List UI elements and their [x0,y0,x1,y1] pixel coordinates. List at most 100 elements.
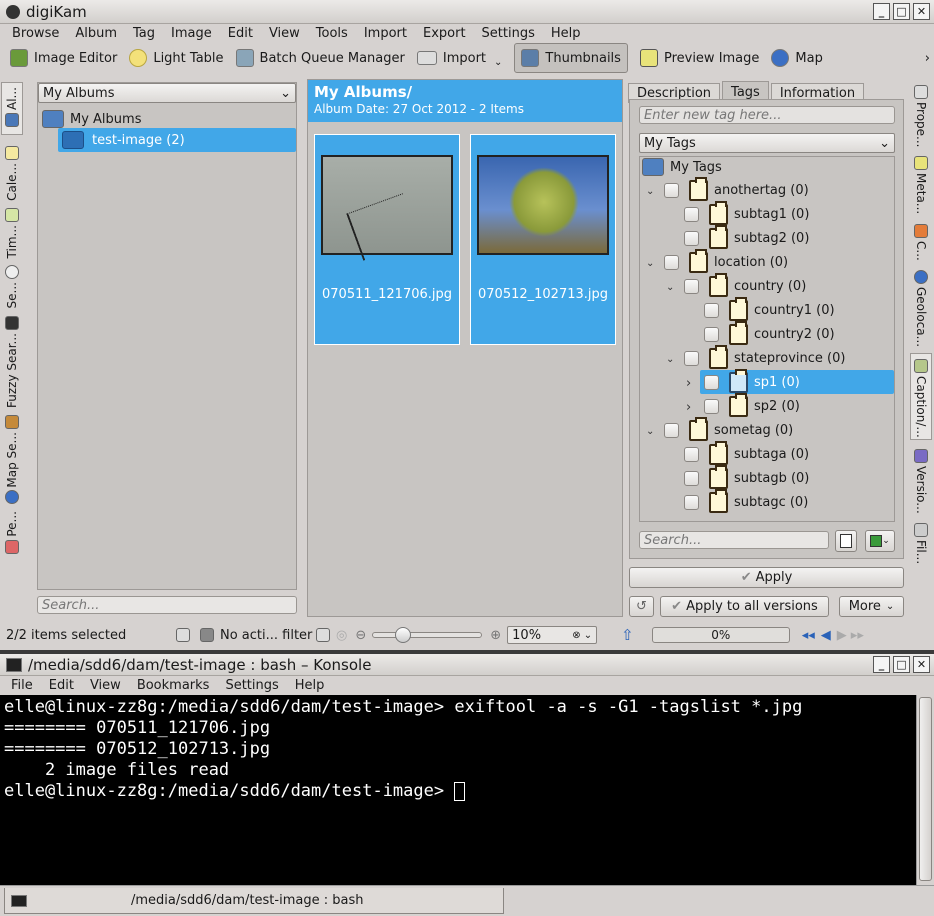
tag-options-button[interactable]: ⌄ [865,530,895,552]
expand-arrow-icon[interactable]: ⌄ [646,186,654,197]
thumbnail-item[interactable]: 070512_102713.jpg [470,134,616,345]
left-tab-calendar[interactable]: Cale... [5,143,19,201]
tag-checkbox[interactable] [684,206,699,222]
tag-item[interactable]: location (0) [664,248,788,274]
new-tag-input[interactable]: Enter new tag here... [639,106,895,124]
collapsed-arrow-icon[interactable]: › [686,400,691,415]
tag-item-selected[interactable]: sp1 (0) [700,368,894,394]
menu-export[interactable]: Export [415,26,474,41]
more-button[interactable]: More ⌄ [839,596,904,617]
map-button[interactable]: Map [765,43,828,73]
tag-checkbox[interactable] [684,446,699,462]
tag-item[interactable]: subtagb (0) [684,464,809,490]
right-tab-properties[interactable]: Prope... [914,82,928,147]
apply-all-versions-button[interactable]: ✔ Apply to all versions [660,596,829,617]
terminal-output[interactable]: elle@linux-zz8g:/media/sdd6/dam/test-ima… [0,695,916,885]
tag-checkbox[interactable] [704,302,719,318]
tag-checkbox[interactable] [684,350,699,366]
menu-edit[interactable]: Edit [220,26,261,41]
menu-album[interactable]: Album [67,26,125,41]
refresh-icon[interactable] [176,628,190,642]
tag-item[interactable]: sp2 (0) [704,392,800,418]
tag-checkbox[interactable] [704,374,719,390]
menu-settings[interactable]: Settings [474,26,543,41]
tag-root-combo[interactable]: My Tags ⌄ [639,133,895,153]
revert-button[interactable]: ↺ [629,596,654,617]
terminal-scrollbar[interactable] [916,695,934,885]
right-tab-colors[interactable]: C... [914,221,928,261]
zoom-out-icon[interactable]: ⊖ [355,628,366,643]
right-tab-versions[interactable]: Versio... [914,446,928,514]
left-tab-fuzzy-search[interactable]: Fuzzy Sear... [5,313,19,408]
expand-arrow-icon[interactable]: ⌄ [666,282,674,293]
right-tab-metadata[interactable]: Meta... [914,153,928,215]
tag-checkbox[interactable] [704,398,719,414]
right-tab-captions[interactable]: Caption/... [910,352,932,441]
tag-item[interactable]: country (0) [684,272,806,298]
konsole-tab[interactable]: /media/sdd6/dam/test-image : bash [4,888,504,914]
clear-icon[interactable]: ⊗ ⌄ [572,630,592,641]
menu-tools[interactable]: Tools [308,26,356,41]
tag-checkbox[interactable] [664,422,679,438]
import-button[interactable]: Import ⌄ [411,43,509,73]
menu-tag[interactable]: Tag [125,26,163,41]
zoom-level-combo[interactable]: 10% ⊗ ⌄ [507,626,598,644]
tag-root-item[interactable]: My Tags [642,155,722,179]
tag-checkbox[interactable] [664,182,679,198]
zoom-slider[interactable] [372,627,483,643]
tag-checkbox[interactable] [684,494,699,510]
tag-item[interactable]: country1 (0) [704,296,835,322]
tag-checkbox[interactable] [704,326,719,342]
zoom-slider-handle[interactable] [395,627,412,643]
maximize-button[interactable]: □ [893,3,910,20]
tag-item[interactable]: sometag (0) [664,416,793,442]
album-item-test-image[interactable]: test-image (2) [58,128,296,152]
menu-browse[interactable]: Browse [4,26,67,41]
konsole-maximize-button[interactable]: □ [893,656,910,673]
nav-forward-icon[interactable]: ▶ [837,628,847,643]
light-table-button[interactable]: Light Table [123,43,229,73]
expand-arrow-icon[interactable]: ⌄ [646,426,654,437]
tag-checkbox[interactable] [684,230,699,246]
right-tab-geolocation[interactable]: Geoloca... [914,267,928,347]
tag-search-input[interactable]: Search... [639,531,829,549]
menu-image[interactable]: Image [163,26,220,41]
tag-checkbox[interactable] [684,470,699,486]
konsole-menu-settings[interactable]: Settings [217,678,286,693]
thumbnail-mode-icon[interactable] [316,628,330,642]
tag-item[interactable]: anothertag (0) [664,176,809,202]
nav-back-icon[interactable]: ◀ [821,628,831,643]
zoom-in-icon[interactable]: ⊕ [490,628,501,643]
terminal-scrollbar-handle[interactable] [919,697,932,881]
tag-item[interactable]: subtag2 (0) [684,224,809,250]
nav-first-icon[interactable]: ◂◂ [802,628,815,643]
toolbar-overflow-icon[interactable]: › [925,51,930,66]
batch-queue-button[interactable]: Batch Queue Manager [230,43,411,73]
left-tab-albums[interactable]: Al... [1,82,23,135]
tag-item[interactable]: country2 (0) [704,320,835,346]
konsole-menu-help[interactable]: Help [287,678,333,693]
menu-help[interactable]: Help [543,26,589,41]
menu-import[interactable]: Import [356,26,415,41]
tag-checkbox[interactable] [684,278,699,294]
tag-item[interactable]: subtag1 (0) [684,200,809,226]
left-tab-search[interactable]: Se... [5,262,19,309]
tag-checkbox[interactable] [664,254,679,270]
konsole-menu-edit[interactable]: Edit [41,678,82,693]
filter-tool-icon[interactable] [200,628,214,642]
apply-button[interactable]: ✔ Apply [629,567,904,588]
expand-arrow-icon[interactable]: ⌄ [666,354,674,365]
left-tab-people[interactable]: Pe... [5,511,19,557]
tag-item[interactable]: subtagc (0) [684,488,808,514]
tag-assign-button[interactable] [835,530,857,552]
tag-item[interactable]: subtaga (0) [684,440,809,466]
tag-item[interactable]: stateprovince (0) [684,344,845,370]
collapsed-arrow-icon[interactable]: › [686,376,691,391]
konsole-menu-view[interactable]: View [82,678,129,693]
menu-view[interactable]: View [261,26,308,41]
zoom-fit-icon[interactable]: ◎ [336,628,347,643]
thumbnail-item[interactable]: 070511_121706.jpg [314,134,460,345]
upload-icon[interactable]: ⇧ [621,626,634,644]
konsole-close-button[interactable]: ✕ [913,656,930,673]
image-editor-button[interactable]: Image Editor [4,43,123,73]
